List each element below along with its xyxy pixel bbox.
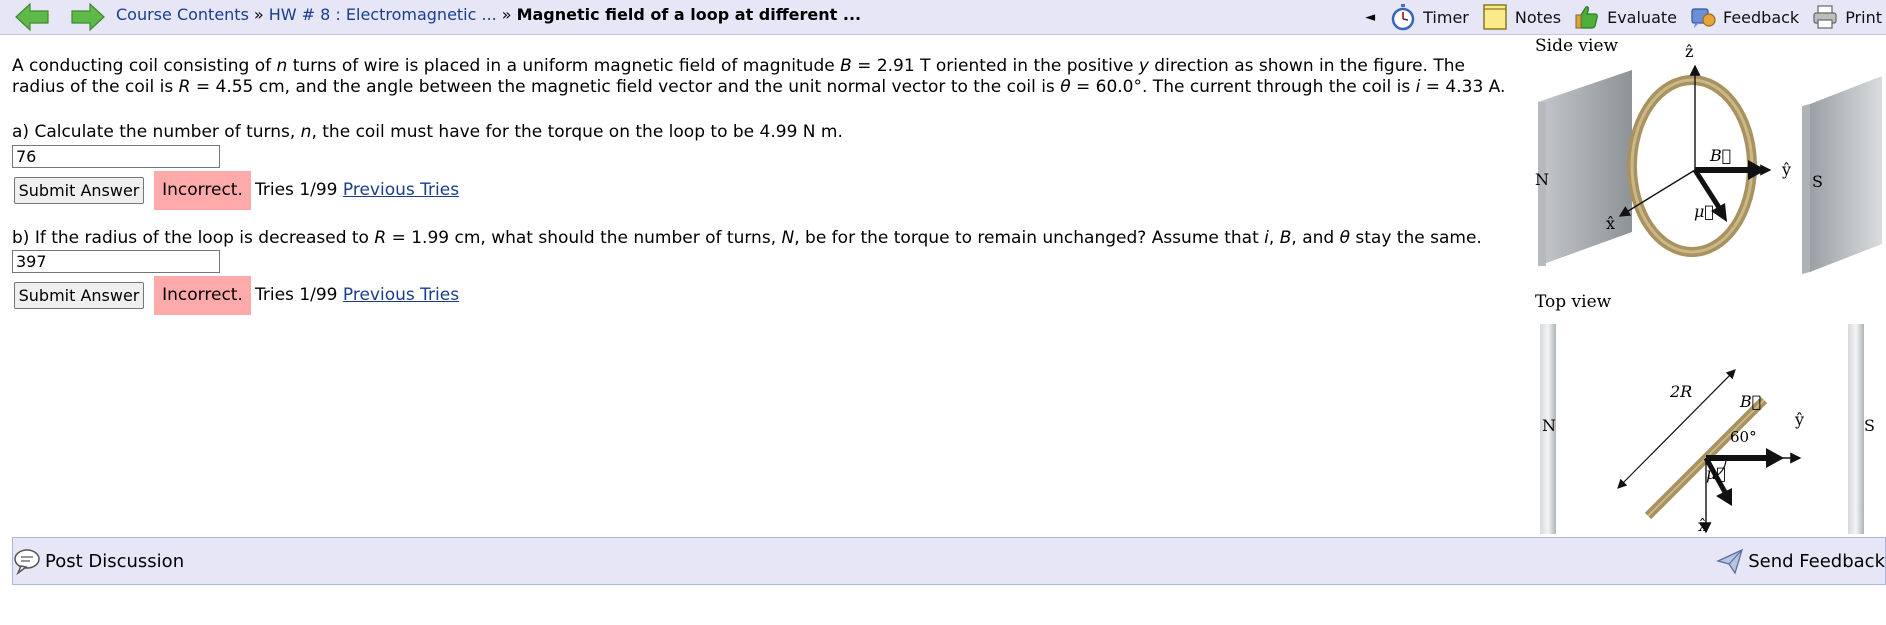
printer-icon (1813, 5, 1837, 29)
y-axis-label: ŷ (1795, 410, 1805, 429)
post-discussion-button[interactable]: Post Discussion (13, 538, 184, 584)
y-axis-label: ŷ (1782, 160, 1792, 179)
x-axis-label: x̂ (1698, 516, 1708, 535)
var-y: y (1138, 56, 1149, 76)
part-b-text: = 1.99 cm, what should the number of tur… (386, 228, 782, 248)
top-view-diagram (1540, 324, 1864, 534)
breadcrumb-course-contents[interactable]: Course Contents (116, 5, 249, 24)
part-a-text: a) Calculate the number of turns, (12, 122, 301, 142)
part-b-tries-count: Tries 1/99 (255, 285, 338, 305)
part-a-answer-input[interactable] (12, 145, 220, 168)
part-b-submit-button[interactable]: Submit Answer (14, 282, 144, 309)
part-b-tries: Tries 1/99 Previous Tries (255, 285, 459, 305)
north-magnet-plate (1538, 70, 1632, 266)
intro-text: = 4.33 A. (1420, 77, 1506, 97)
z-axis-label: ẑ (1685, 42, 1694, 61)
var-R: R (374, 228, 387, 248)
two-r-label: 2R (1670, 382, 1693, 401)
part-a-tries: Tries 1/99 Previous Tries (255, 180, 459, 200)
forward-arrow-icon[interactable] (70, 2, 106, 32)
evaluate-label: Evaluate (1607, 7, 1677, 27)
var-N: N (781, 228, 795, 248)
var-theta: θ (1339, 228, 1350, 248)
mu-vector-label: μ⃗ (1706, 464, 1726, 483)
south-magnet-bar (1848, 324, 1864, 534)
feedback-label: Feedback (1722, 7, 1800, 27)
b-vector-label: B⃗ (1740, 392, 1762, 411)
intro-text: turns of wire is placed in a uniform mag… (287, 56, 841, 76)
notes-button[interactable]: Notes (1481, 3, 1561, 31)
part-b-previous-tries-link[interactable]: Previous Tries (343, 285, 459, 305)
north-pole-label: N (1535, 170, 1549, 189)
north-pole-label: N (1542, 416, 1556, 435)
angle-label: 60° (1730, 428, 1757, 446)
part-b-text: stay the same. (1350, 228, 1482, 248)
stopwatch-icon (1391, 4, 1415, 31)
intro-text: = 2.91 T oriented in the positive (851, 56, 1139, 76)
timer-button[interactable]: Timer (1389, 3, 1469, 31)
part-b-text: , (1268, 228, 1280, 248)
var-R: R (178, 77, 191, 97)
discussion-bar: Post Discussion Send Feedback (12, 537, 1886, 585)
timer-label: Timer (1423, 7, 1469, 27)
part-b-question: b) If the radius of the loop is decrease… (12, 228, 1482, 248)
problem-statement: A conducting coil consisting of n turns … (12, 56, 1522, 98)
south-pole-label: S (1812, 172, 1823, 191)
send-feedback-button[interactable]: Send Feedback (1716, 538, 1885, 584)
var-B: B (1279, 228, 1292, 248)
notes-label: Notes (1514, 7, 1562, 27)
thumbs-up-icon (1575, 6, 1599, 29)
paper-plane-icon (1716, 548, 1744, 575)
var-theta: θ (1060, 77, 1071, 97)
part-b-text: , be for the torque to remain unchanged?… (794, 228, 1265, 248)
print-label: Print (1845, 7, 1882, 27)
feedback-button[interactable]: Feedback (1689, 3, 1799, 31)
part-a-previous-tries-link[interactable]: Previous Tries (343, 180, 459, 200)
back-arrow-icon[interactable] (14, 2, 50, 32)
intro-text: = 4.55 cm, and the angle between the mag… (190, 77, 1061, 97)
print-button[interactable]: Print (1811, 3, 1882, 31)
x-axis-label: x̂ (1606, 214, 1616, 233)
part-b-text: , and (1291, 228, 1340, 248)
breadcrumb-separator: » (501, 5, 512, 24)
top-navigation-bar: Course Contents» HW # 8 : Electromagnetic… (0, 0, 1886, 35)
var-n: n (300, 122, 312, 142)
evaluate-button[interactable]: Evaluate (1573, 3, 1677, 31)
collapse-toolbar-arrow[interactable]: ◄ (1365, 10, 1375, 25)
part-b-text: b) If the radius of the loop is decrease… (12, 228, 375, 248)
post-discussion-label: Post Discussion (45, 550, 185, 572)
part-a-text: , the coil must have for the torque on t… (311, 122, 843, 142)
top-view-title: Top view (1535, 292, 1612, 312)
breadcrumb-current-problem: Magnetic field of a loop at different ..… (516, 5, 862, 24)
side-view-diagram (1538, 64, 1882, 274)
intro-text: = 60.0°. The current through the coil is (1070, 77, 1416, 97)
south-pole-label: S (1864, 416, 1875, 435)
part-a-question: a) Calculate the number of turns, n, the… (12, 122, 843, 142)
breadcrumb-separator: » (253, 5, 264, 24)
breadcrumb-homework[interactable]: HW # 8 : Electromagnetic ... (269, 5, 497, 24)
speech-bubble-icon (14, 549, 40, 575)
breadcrumb: Course Contents» HW # 8 : Electromagnetic… (116, 0, 861, 34)
var-B: B (840, 56, 852, 76)
var-n: n (276, 56, 288, 76)
notepad-icon (1483, 4, 1507, 30)
problem-figure: Side view ẑ ŷ x̂ B⃗ μ⃗ N S Top view 2R B… (1530, 32, 1886, 540)
b-vector-label: B⃗ (1710, 146, 1732, 165)
part-a-tries-count: Tries 1/99 (255, 180, 338, 200)
part-b-status-badge: Incorrect. (154, 276, 251, 315)
part-a-submit-button[interactable]: Submit Answer (14, 177, 144, 204)
part-b-answer-input[interactable] (12, 250, 220, 273)
feedback-icon (1691, 8, 1716, 28)
send-feedback-label: Send Feedback (1748, 550, 1885, 572)
part-a-status-badge: Incorrect. (154, 171, 251, 210)
side-view-title: Side view (1535, 36, 1619, 56)
toolbar: ◄ Timer Notes Evaluate Feedback Print (1365, 0, 1886, 34)
mu-vector-label: μ⃗ (1694, 202, 1714, 221)
intro-text: A conducting coil consisting of (12, 56, 277, 76)
